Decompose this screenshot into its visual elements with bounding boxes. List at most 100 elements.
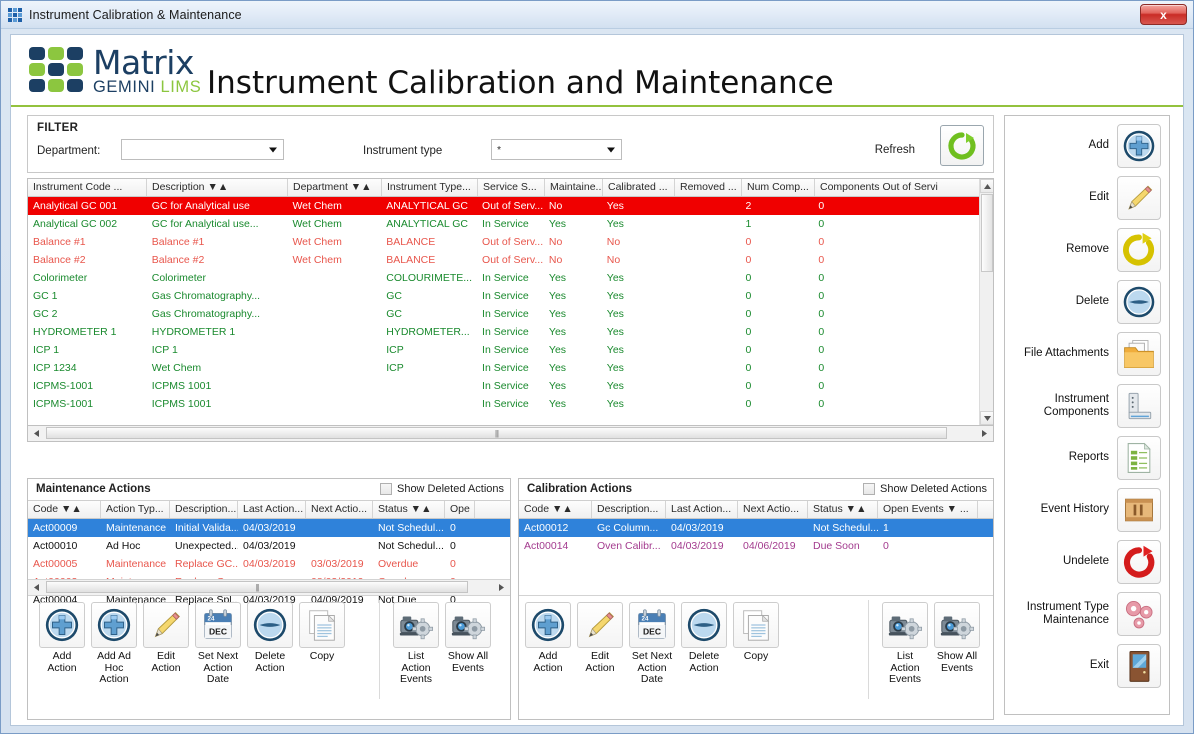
sidebar-item-delete[interactable]: Delete bbox=[1009, 278, 1161, 325]
table-row[interactable]: Act00010Ad HocUnexpected...04/03/2019Not… bbox=[28, 537, 510, 555]
instrument-col-header[interactable]: Instrument Type... bbox=[382, 179, 478, 196]
table-row[interactable]: Analytical GC 002GC for Analytical use..… bbox=[28, 215, 979, 233]
vscroll-thumb[interactable] bbox=[981, 194, 993, 272]
table-row[interactable]: ColorimeterColorimeterCOLOURIMETE...In S… bbox=[28, 269, 979, 287]
table-row[interactable]: ICP 1234Wet ChemICPIn ServiceYesYes00 bbox=[28, 359, 979, 377]
toolbar-button[interactable]: Delete Action bbox=[247, 602, 293, 674]
instrument-grid-vscrollbar[interactable] bbox=[979, 179, 993, 425]
sidebar-item-remove[interactable]: Remove bbox=[1009, 226, 1161, 273]
toolbar-button[interactable]: List Action Events bbox=[393, 602, 439, 686]
instrument-col-header[interactable]: Instrument Code ... bbox=[28, 179, 147, 196]
table-row[interactable]: ICPMS-1001ICPMS 1001In ServiceYesYes00 bbox=[28, 377, 979, 395]
table-row[interactable]: HYDROMETER 1HYDROMETER 1HYDROMETER...In … bbox=[28, 323, 979, 341]
instrument-grid-hscrollbar[interactable]: ||| bbox=[27, 426, 994, 442]
toolbar-button[interactable]: Add Action bbox=[525, 602, 571, 674]
toolbar-button[interactable]: Edit Action bbox=[143, 602, 189, 674]
calibration-actions-grid[interactable]: Code ▼▲Description...Last Action...Next … bbox=[519, 501, 993, 555]
close-button[interactable]: x bbox=[1140, 4, 1187, 25]
table-row[interactable]: Balance #1Balance #1Wet ChemBALANCEOut o… bbox=[28, 233, 979, 251]
instrument-cell-department: Wet Chem bbox=[287, 200, 381, 212]
table-row[interactable]: Analytical GC 001GC for Analytical useWe… bbox=[28, 197, 979, 215]
chevron-down-icon bbox=[269, 147, 277, 152]
calibration-col-header[interactable]: Last Action... bbox=[666, 501, 738, 518]
maintenance-col-header[interactable]: Ope bbox=[445, 501, 475, 518]
sidebar-item-add[interactable]: Add bbox=[1009, 122, 1161, 169]
table-row[interactable]: ICP 1ICP 1ICPIn ServiceYesYes00 bbox=[28, 341, 979, 359]
maintenance-col-header[interactable]: Status ▼▲ bbox=[373, 501, 445, 518]
scroll-up-icon[interactable] bbox=[980, 179, 993, 193]
sidebar-item-instrument-components[interactable]: Instrument Components bbox=[1009, 382, 1161, 429]
calibration-col-header[interactable]: Code ▼▲ bbox=[519, 501, 592, 518]
maintenance-col-header[interactable]: Next Actio... bbox=[306, 501, 373, 518]
maintenance-grid-hscrollbar[interactable]: ||| bbox=[28, 579, 510, 595]
instrument-col-header[interactable]: Description ▼▲ bbox=[147, 179, 288, 196]
toolbar-button[interactable]: Delete Action bbox=[681, 602, 727, 674]
sidebar-item-instrument-type-maintenance[interactable]: Instrument Type Maintenance bbox=[1009, 590, 1161, 637]
instrument-col-header[interactable]: Removed ... bbox=[675, 179, 742, 196]
scroll-down-icon[interactable] bbox=[980, 411, 993, 425]
pencil-edit-icon bbox=[581, 606, 619, 644]
sidebar-item-edit[interactable]: Edit bbox=[1009, 174, 1161, 221]
toolbar-button[interactable]: Show All Events bbox=[934, 602, 980, 674]
sidebar-item-reports[interactable]: Reports bbox=[1009, 434, 1161, 481]
scroll-right-icon[interactable] bbox=[494, 580, 509, 594]
header-band: Matrix GEMINI LIMS Instrument Calibratio… bbox=[11, 35, 1183, 107]
table-row[interactable]: Act00014Oven Calibr...04/03/201904/06/20… bbox=[519, 537, 993, 555]
table-row[interactable]: Act00009MaintenanceInitial Valida...04/0… bbox=[28, 519, 510, 537]
instrument-col-header[interactable]: Components Out of Servi bbox=[815, 179, 981, 196]
maintenance-show-deleted-checkbox[interactable]: Show Deleted Actions bbox=[380, 483, 504, 495]
table-row[interactable]: GC 1Gas Chromatography...GCIn ServiceYes… bbox=[28, 287, 979, 305]
toolbar-button[interactable]: Copy bbox=[733, 602, 779, 663]
table-row[interactable]: Act00005MaintenanceReplace GC...04/03/20… bbox=[28, 555, 510, 573]
instrument-col-header[interactable]: Num Comp... bbox=[742, 179, 815, 196]
toolbar-icon-box bbox=[143, 602, 189, 648]
instrument-col-header[interactable]: Calibrated ... bbox=[603, 179, 675, 196]
maintenance-col-header[interactable]: Action Typ... bbox=[101, 501, 170, 518]
maintenance-col-header[interactable]: Code ▼▲ bbox=[28, 501, 101, 518]
toolbar-button[interactable]: Copy bbox=[299, 602, 345, 663]
instrument-cell-maintained: Yes bbox=[544, 290, 602, 302]
calibration-show-deleted-checkbox[interactable]: Show Deleted Actions bbox=[863, 483, 987, 495]
toolbar-button[interactable]: 24 DECSet Next Action Date bbox=[195, 602, 241, 686]
table-row[interactable]: GC 2Gas Chromatography...GCIn ServiceYes… bbox=[28, 305, 979, 323]
scroll-left-icon[interactable] bbox=[29, 580, 44, 594]
matrix-gemini-logo: Matrix GEMINI LIMS bbox=[29, 47, 201, 96]
toolbar-icon-box bbox=[299, 602, 345, 648]
instrument-type-select[interactable]: * bbox=[491, 139, 622, 160]
toolbar-button[interactable]: Show All Events bbox=[445, 602, 491, 674]
department-select[interactable] bbox=[121, 139, 284, 160]
maintenance-col-header[interactable]: Last Action... bbox=[238, 501, 306, 518]
scroll-left-icon[interactable] bbox=[29, 426, 44, 440]
instrument-col-header[interactable]: Service S... bbox=[478, 179, 545, 196]
maintenance-cell-status: Overdue bbox=[373, 558, 445, 570]
sidebar-item-file-attachments[interactable]: File Attachments bbox=[1009, 330, 1161, 377]
scroll-right-icon[interactable] bbox=[977, 426, 992, 440]
table-row[interactable]: Balance #2Balance #2Wet ChemBALANCEOut o… bbox=[28, 251, 979, 269]
logo-gemini-text: GEMINI bbox=[93, 78, 160, 96]
sidebar-item-exit[interactable]: Exit bbox=[1009, 642, 1161, 689]
maintenance-col-header[interactable]: Description... bbox=[170, 501, 238, 518]
instrument-grid-body[interactable]: Analytical GC 001GC for Analytical useWe… bbox=[28, 197, 979, 413]
sidebar-item-event-history[interactable]: Event History bbox=[1009, 486, 1161, 533]
instrument-col-header[interactable]: Department ▼▲ bbox=[288, 179, 382, 196]
toolbar-button[interactable]: List Action Events bbox=[882, 602, 928, 686]
instrument-cell-description: GC for Analytical use bbox=[147, 200, 288, 212]
table-row[interactable]: ICPMS-1001ICPMS 1001In ServiceYesYes00 bbox=[28, 395, 979, 413]
calibration-col-header[interactable]: Next Actio... bbox=[738, 501, 808, 518]
calibration-grid-body[interactable]: Act00012Gc Column...04/03/2019Not Schedu… bbox=[519, 519, 993, 555]
table-row[interactable]: Act00012Gc Column...04/03/2019Not Schedu… bbox=[519, 519, 993, 537]
filter-panel: FILTER Department: Instrument type * Ref… bbox=[27, 115, 994, 173]
hscroll-thumb[interactable]: ||| bbox=[46, 427, 947, 439]
toolbar-button[interactable]: Edit Action bbox=[577, 602, 623, 674]
instrument-col-header[interactable]: Maintaine... bbox=[545, 179, 603, 196]
sidebar-item-undelete[interactable]: Undelete bbox=[1009, 538, 1161, 585]
hscroll-thumb[interactable]: ||| bbox=[46, 581, 468, 593]
refresh-button[interactable] bbox=[940, 125, 984, 166]
toolbar-button[interactable]: Add Ad Hoc Action bbox=[91, 602, 137, 686]
calibration-col-header[interactable]: Description... bbox=[592, 501, 666, 518]
calibration-col-header[interactable]: Open Events ▼ ... bbox=[878, 501, 978, 518]
toolbar-button[interactable]: 24 DECSet Next Action Date bbox=[629, 602, 675, 686]
instrument-grid[interactable]: Instrument Code ...Description ▼▲Departm… bbox=[27, 178, 994, 426]
toolbar-button[interactable]: Add Action bbox=[39, 602, 85, 674]
calibration-col-header[interactable]: Status ▼▲ bbox=[808, 501, 878, 518]
